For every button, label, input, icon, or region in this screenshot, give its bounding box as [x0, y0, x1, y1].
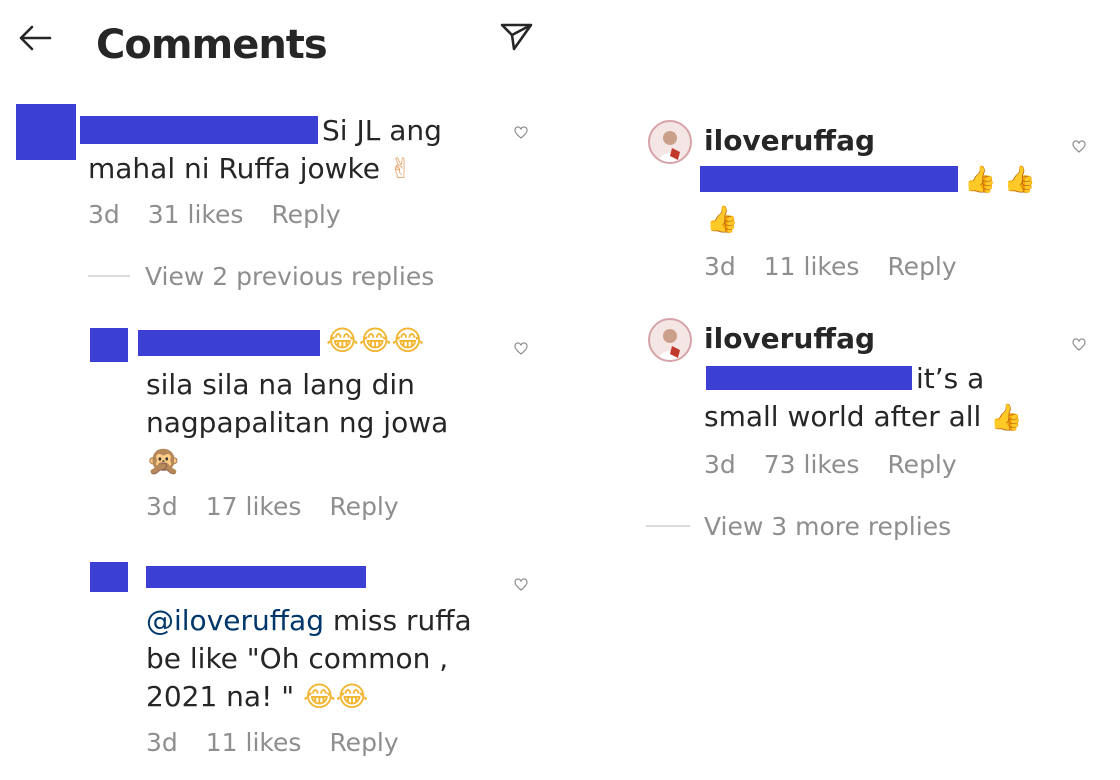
comment-text-line: mahal ni Ruffa jowke ✌: [88, 152, 413, 185]
like-heart-icon[interactable]: [1072, 140, 1086, 154]
likes-count[interactable]: 11 likes: [206, 728, 302, 757]
username[interactable]: iloveruffag: [704, 322, 875, 355]
reply-button[interactable]: Reply: [887, 252, 956, 281]
like-heart-icon[interactable]: [514, 578, 528, 592]
timestamp: 3d: [146, 728, 178, 757]
username-redacted[interactable]: [146, 566, 366, 588]
avatar[interactable]: [648, 318, 692, 362]
username-redacted[interactable]: [80, 116, 318, 144]
laughing-emoji: 😂😂: [302, 680, 369, 713]
reply-button[interactable]: Reply: [329, 492, 398, 521]
comment-text-line: it’s a: [916, 362, 985, 395]
like-heart-icon[interactable]: [514, 342, 528, 356]
timestamp: 3d: [146, 492, 178, 521]
comment-text-line: 2021 na! " 😂😂: [146, 680, 369, 713]
comment-text-line: nagpapalitan ng jowa: [146, 406, 449, 439]
comment-text-line: be like "Oh common ,: [146, 642, 449, 675]
monkey-emoji: 🙊: [146, 444, 181, 477]
likes-count[interactable]: 31 likes: [148, 200, 244, 229]
page-title: Comments: [96, 22, 328, 68]
avatar-redacted[interactable]: [90, 562, 128, 592]
avatar-redacted[interactable]: [90, 328, 128, 362]
avatar-redacted[interactable]: [16, 104, 76, 160]
reply-button[interactable]: Reply: [887, 450, 956, 479]
reply-button[interactable]: Reply: [329, 728, 398, 757]
laughing-emoji: 😂😂😂: [326, 324, 425, 357]
profile-photo-icon: [658, 131, 682, 162]
username-redacted[interactable]: [138, 330, 320, 356]
victory-hand-emoji: ✌: [388, 152, 413, 185]
timestamp: 3d: [704, 450, 736, 479]
thumbs-up-emoji: 👍: [990, 403, 1023, 433]
replies-divider: [646, 525, 690, 527]
mention-link[interactable]: @iloveruffag: [146, 604, 324, 637]
like-heart-icon[interactable]: [514, 126, 528, 140]
profile-photo-icon: [658, 329, 682, 360]
view-more-replies-button[interactable]: View 3 more replies: [704, 512, 951, 541]
username[interactable]: iloveruffag: [704, 124, 875, 157]
paper-plane-icon[interactable]: [500, 22, 534, 52]
comment-meta: 3d 17 likes Reply: [146, 492, 427, 521]
likes-count[interactable]: 11 likes: [764, 252, 860, 281]
comment-meta: 3d 31 likes Reply: [88, 200, 369, 229]
comment-text-line: @iloveruffag miss ruffa: [146, 604, 472, 637]
mention-redacted[interactable]: [706, 366, 912, 390]
timestamp: 3d: [704, 252, 736, 281]
comment-meta: 3d 11 likes Reply: [704, 252, 985, 281]
comment-text-line: small world after all 👍: [704, 400, 1023, 433]
mention-redacted[interactable]: [700, 166, 958, 192]
replies-divider: [88, 275, 130, 277]
like-heart-icon[interactable]: [1072, 338, 1086, 352]
comment-text-line: sila sila na lang din: [146, 368, 415, 401]
likes-count[interactable]: 73 likes: [764, 450, 860, 479]
thumbs-up-emoji: 👍: [706, 204, 739, 234]
timestamp: 3d: [88, 200, 120, 229]
reply-button[interactable]: Reply: [271, 200, 340, 229]
likes-count[interactable]: 17 likes: [206, 492, 302, 521]
back-arrow-icon[interactable]: [18, 24, 52, 52]
comment-meta: 3d 11 likes Reply: [146, 728, 427, 757]
comment-meta: 3d 73 likes Reply: [704, 450, 985, 479]
avatar[interactable]: [648, 120, 692, 164]
comment-text-line: Si JL ang: [322, 114, 442, 147]
view-previous-replies-button[interactable]: View 2 previous replies: [145, 262, 434, 291]
thumbs-up-emoji: 👍 👍: [964, 164, 1036, 194]
